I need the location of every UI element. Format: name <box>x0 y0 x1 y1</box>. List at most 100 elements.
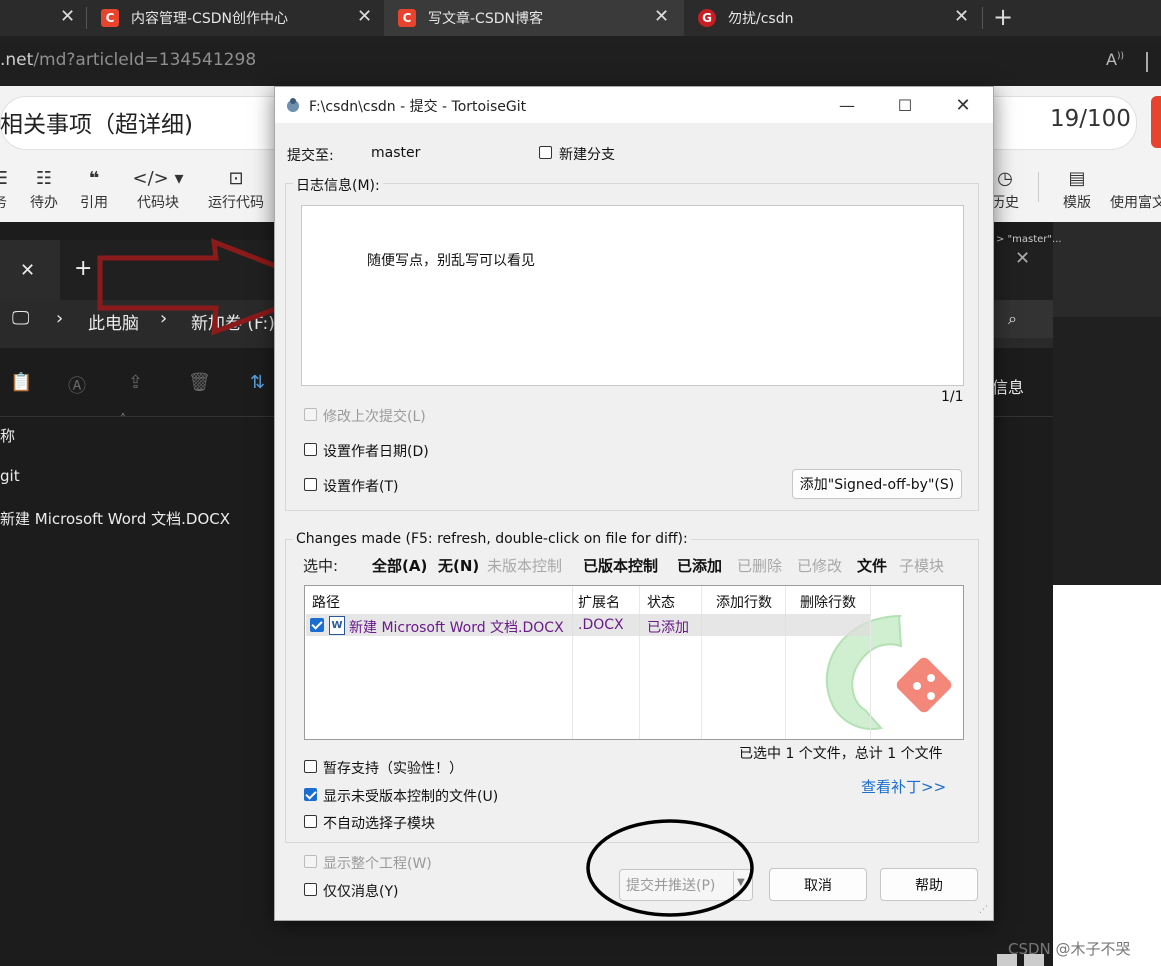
toolbar-todo[interactable]: ☷ 待办 <box>24 168 64 212</box>
new-branch-label[interactable]: 新建分支 <box>559 144 615 164</box>
show-whole-project-label: 显示整个工程(W) <box>323 856 432 872</box>
toolbar-item-partial[interactable]: ☰务 <box>0 168 10 212</box>
set-author-date-checkbox[interactable] <box>304 443 317 460</box>
toolbar-code-block[interactable]: </> ▾ 代码块 <box>128 168 188 212</box>
url-text[interactable]: .net/md?articleId=134541298 <box>0 50 256 70</box>
file-row[interactable]: 新建 Microsoft Word 文档.DOCX <box>0 508 230 529</box>
stash-label[interactable]: 暂存支持（实验性！） <box>323 758 463 778</box>
set-author-date-label[interactable]: 设置作者日期(D) <box>323 441 429 461</box>
maximize-button[interactable]: ☐ <box>876 87 934 123</box>
ellipse-shape <box>586 819 754 917</box>
close-icon[interactable]: ✕ <box>654 6 669 27</box>
browser-tab-partial[interactable]: ✕ <box>0 0 85 36</box>
branch-name: master <box>371 145 421 161</box>
toolbar-template[interactable]: ▤ 模版 <box>1057 168 1097 212</box>
file-path: 新建 Microsoft Word 文档.DOCX <box>349 620 564 636</box>
tab-title: 写文章-CSDN博客 <box>428 11 543 27</box>
message-only-checkbox[interactable] <box>304 883 317 900</box>
publish-button-edge[interactable] <box>1151 96 1161 148</box>
filter-versioned[interactable]: 已版本控制 <box>583 555 658 576</box>
word-file-icon: W <box>329 616 345 635</box>
computer-icon: 🖵 <box>12 308 30 329</box>
column-divider <box>572 586 573 739</box>
file-checkbox[interactable] <box>310 618 324 636</box>
new-branch-checkbox[interactable] <box>539 146 552 163</box>
file-extension: .DOCX <box>578 617 624 633</box>
tab-title: 内容管理-CSDN创作中心 <box>131 11 288 27</box>
filter-modified[interactable]: 已修改 <box>797 555 842 576</box>
filter-added[interactable]: 已添加 <box>677 555 722 576</box>
column-header-status[interactable]: 状态 <box>647 592 675 612</box>
amend-label: 修改上次提交(L) <box>323 409 426 425</box>
toolbar-quote[interactable]: ❝ 引用 <box>74 168 114 212</box>
resize-grip-icon[interactable]: ⋰ <box>979 905 988 915</box>
changed-files-list[interactable]: 路径 扩展名 状态 添加行数 删除行数 W 新建 Microsoft Word … <box>304 585 964 740</box>
article-title: 相关事项（超详细) <box>0 112 193 138</box>
close-icon[interactable]: ✕ <box>357 6 372 27</box>
browser-tab-gitee[interactable]: G 勿扰/csdn ✕ <box>698 0 980 36</box>
column-header-added-lines[interactable]: 添加行数 <box>716 592 772 612</box>
filter-unversioned[interactable]: 未版本控制 <box>487 555 562 576</box>
close-icon[interactable]: ✕ <box>60 6 75 27</box>
filter-submodules[interactable]: 子模块 <box>899 555 944 576</box>
signed-off-by-button[interactable]: 添加"Signed-off-by"(S) <box>792 469 962 499</box>
amend-checkbox <box>304 408 317 425</box>
column-header-path[interactable]: 路径 <box>312 592 340 612</box>
new-tab-icon[interactable]: + <box>993 3 1013 31</box>
close-icon[interactable]: ✕ <box>954 6 969 27</box>
paste-icon[interactable]: 📋 <box>10 372 32 393</box>
extension-icon[interactable] <box>1146 52 1161 72</box>
view-patch-link[interactable]: 查看补丁>> <box>861 776 946 797</box>
read-aloud-icon[interactable]: A)) <box>1106 50 1124 69</box>
share-icon[interactable]: ⇪ <box>128 372 143 393</box>
filter-all[interactable]: 全部(A) <box>372 555 427 576</box>
toolbar-run-code[interactable]: ⊡ 运行代码 <box>202 168 270 212</box>
message-only-label[interactable]: 仅仅消息(Y) <box>323 881 398 901</box>
column-header-deleted-lines[interactable]: 删除行数 <box>800 592 856 612</box>
csdn-icon: C <box>101 9 119 27</box>
background-window-white <box>1053 585 1161 966</box>
browser-tab-content-management[interactable]: C 内容管理-CSDN创作中心 ✕ <box>101 0 383 36</box>
chevron-right-icon: › <box>56 308 64 329</box>
set-author-checkbox[interactable] <box>304 478 317 495</box>
no-autoselect-submodules-label[interactable]: 不自动选择子模块 <box>323 813 435 833</box>
close-icon[interactable]: ✕ <box>1015 248 1030 269</box>
circle-annotation <box>586 819 754 917</box>
help-button[interactable]: 帮助 <box>880 868 978 901</box>
quote-icon: ❝ <box>88 168 100 189</box>
set-author-label[interactable]: 设置作者(T) <box>323 476 398 496</box>
line-counter: 1/1 <box>941 389 964 405</box>
details-pane-button[interactable]: 信息 <box>992 374 1024 398</box>
commit-message-textarea[interactable] <box>301 205 964 386</box>
gitee-icon: G <box>698 9 716 27</box>
browser-tab-write-article[interactable]: C 写文章-CSDN博客 ✕ <box>384 0 684 36</box>
stash-checkbox[interactable] <box>304 760 317 777</box>
column-header-name[interactable]: 称 <box>0 425 15 446</box>
show-unversioned-checkbox[interactable] <box>304 788 317 805</box>
filter-files[interactable]: 文件 <box>857 555 887 576</box>
new-tab-icon[interactable]: + <box>74 256 92 281</box>
selection-summary: 已选中 1 个文件，总计 1 个文件 <box>739 746 943 762</box>
file-row[interactable]: git <box>0 467 20 485</box>
commit-message-text: 随便写点，别乱写可以看见 <box>367 253 535 269</box>
close-button[interactable]: ✕ <box>934 87 992 123</box>
search-icon[interactable]: ⌕ <box>1008 309 1017 329</box>
column-header-extension[interactable]: 扩展名 <box>578 592 620 612</box>
explorer-search-box[interactable] <box>992 300 1053 338</box>
filter-deleted[interactable]: 已删除 <box>737 555 782 576</box>
commit-dialog: F:\csdn\csdn - 提交 - TortoiseGit — ☐ ✕ 提交… <box>274 86 994 921</box>
no-autoselect-submodules-checkbox[interactable] <box>304 815 317 832</box>
cancel-button[interactable]: 取消 <box>769 868 867 901</box>
toolbar-divider <box>1038 172 1039 202</box>
filter-none[interactable]: 无(N) <box>438 555 479 576</box>
sort-icon[interactable]: ⇅ <box>250 372 265 393</box>
title-word-count: 19/100 <box>1050 106 1131 132</box>
close-icon[interactable]: ✕ <box>20 260 35 281</box>
show-unversioned-label[interactable]: 显示未受版本控制的文件(U) <box>323 786 498 806</box>
changes-group-label: Changes made (F5: refresh, double-click … <box>293 531 691 547</box>
toolbar-richtext[interactable]: 使用富文 <box>1110 168 1161 212</box>
minimize-button[interactable]: — <box>818 87 876 123</box>
delete-icon[interactable]: 🗑 <box>188 372 211 393</box>
rename-icon[interactable]: Ⓐ <box>68 372 86 398</box>
background-text: > "master"... <box>996 234 1062 245</box>
